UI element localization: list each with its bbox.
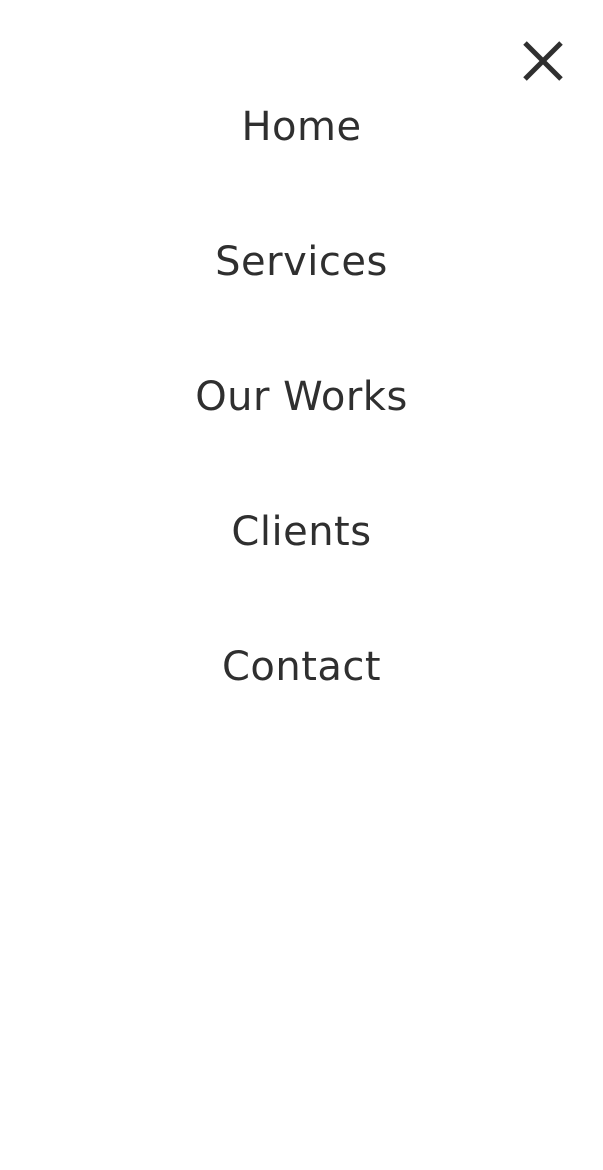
nav-link-services[interactable]: Services: [215, 237, 388, 287]
nav-link-contact[interactable]: Contact: [222, 642, 381, 692]
nav-item-services: Services: [0, 225, 603, 360]
nav-item-our-works: Our Works: [0, 360, 603, 495]
nav-link-home[interactable]: Home: [241, 102, 361, 152]
mobile-menu-overlay: Home Services Our Works Clients Contact: [0, 0, 603, 1170]
nav-item-home: Home: [0, 90, 603, 225]
nav-item-clients: Clients: [0, 495, 603, 630]
nav-link-our-works[interactable]: Our Works: [195, 372, 408, 422]
nav-link-clients[interactable]: Clients: [231, 507, 371, 557]
close-menu-button[interactable]: [518, 36, 568, 86]
nav-item-contact: Contact: [0, 630, 603, 765]
main-navigation: Home Services Our Works Clients Contact: [0, 90, 603, 765]
close-icon: [521, 39, 565, 83]
